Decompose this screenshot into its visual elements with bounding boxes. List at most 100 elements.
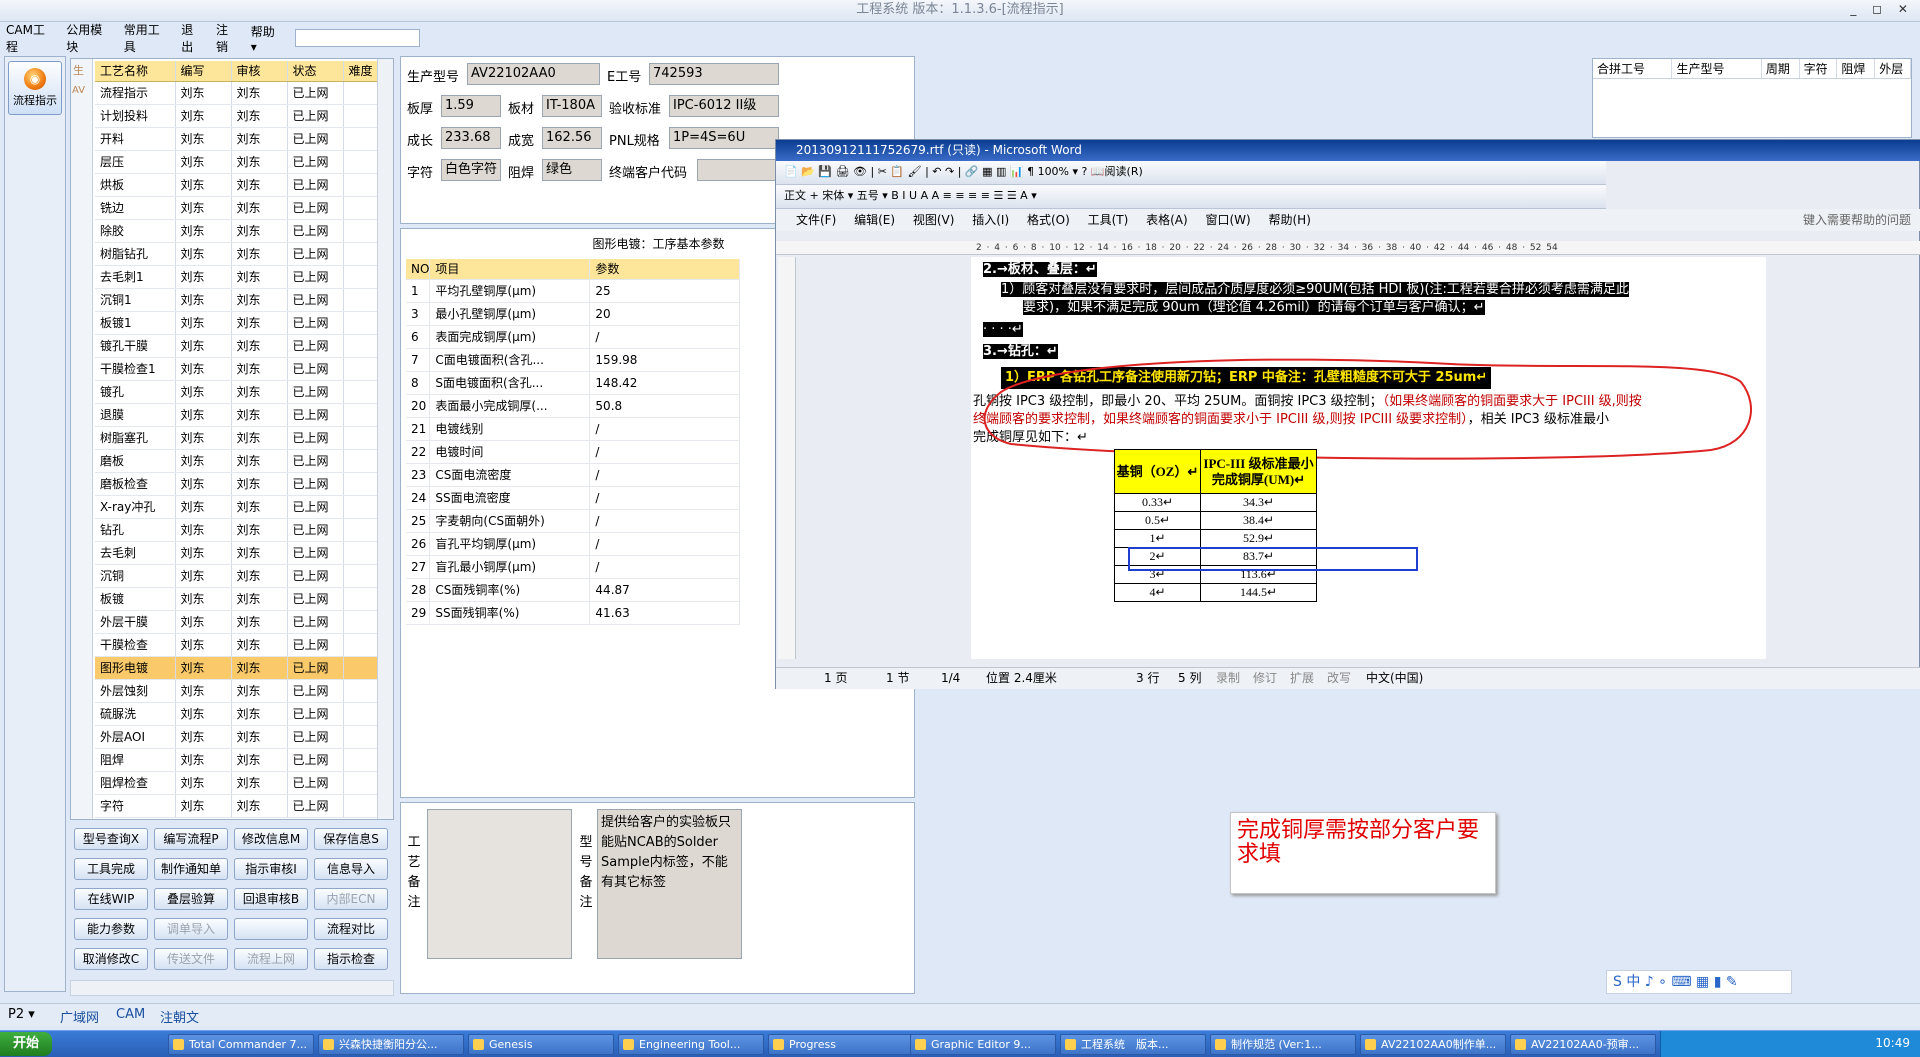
process-remark-box[interactable] <box>427 809 572 959</box>
left-hscrollbar[interactable] <box>70 980 394 996</box>
param-col-header[interactable]: 参数 <box>589 259 741 280</box>
action-button[interactable]: 工具完成 <box>74 858 148 880</box>
process-row[interactable]: 烘板 刘东 刘东 已上网 <box>95 173 384 197</box>
mask-field[interactable]: 绿色 <box>542 159 602 181</box>
process-scrollbar[interactable] <box>377 59 393 819</box>
process-row[interactable]: 干膜检查1 刘东 刘东 已上网 <box>95 357 384 381</box>
merge-col-header[interactable]: 生产型号 <box>1672 59 1762 78</box>
ime-toolbar[interactable]: S 中 ♪ ∘ ⌨ ▦ ▮ ✎ <box>1606 970 1792 994</box>
process-col-header[interactable]: 工艺名称 <box>95 61 176 82</box>
menu-tools[interactable]: 常用工具 <box>124 21 170 55</box>
wid-field[interactable]: 162.56 <box>542 127 602 149</box>
process-row[interactable]: 字符 刘东 刘东 已上网 <box>95 794 384 818</box>
action-button[interactable]: 能力参数 <box>74 918 148 940</box>
process-row[interactable]: 镀孔干膜 刘东 刘东 已上网 <box>95 334 384 358</box>
process-row[interactable]: 除胶 刘东 刘东 已上网 <box>95 219 384 243</box>
process-row[interactable]: 外层干膜 刘东 刘东 已上网 <box>95 610 384 634</box>
menu-public[interactable]: 公用模块 <box>66 21 112 55</box>
process-row[interactable]: 外层AOI 刘东 刘东 已上网 <box>95 725 384 749</box>
action-button[interactable]: 修改信息M <box>234 828 308 850</box>
action-button[interactable]: 型号查询X <box>74 828 148 850</box>
status-rec[interactable]: 录制 <box>1216 668 1240 689</box>
status-ovr[interactable]: 改写 <box>1327 668 1351 689</box>
len-field[interactable]: 233.68 <box>441 127 501 149</box>
param-row[interactable]: 6 表面完成铜厚(μm) / <box>406 325 741 349</box>
word-menu-bar[interactable]: 文件(F) 编辑(E) 视图(V) 插入(I) 格式(O) 工具(T) 表格(A… <box>776 209 1920 231</box>
menu-combo[interactable] <box>294 29 421 47</box>
start-button[interactable]: 开始 <box>0 1032 52 1056</box>
process-row[interactable]: 图形电镀 刘东 刘东 已上网 <box>95 656 384 680</box>
model-remark-box[interactable]: 提供给客户的实验板只能贴NCAB的Solder Sample内标签，不能有其它标… <box>597 809 742 959</box>
param-row[interactable]: 24 SS面电流密度 / <box>406 486 741 510</box>
process-row[interactable]: 外层蚀刻 刘东 刘东 已上网 <box>95 679 384 703</box>
action-button[interactable]: 回退审核B <box>234 888 308 910</box>
action-button[interactable]: 保存信息S <box>314 828 388 850</box>
action-button[interactable]: 指示检查 <box>314 948 388 970</box>
process-row[interactable]: 树脂塞孔 刘东 刘东 已上网 <box>95 426 384 450</box>
action-button[interactable]: 取消修改C <box>74 948 148 970</box>
model-field[interactable]: AV22102AA0 <box>467 63 600 85</box>
param-row[interactable]: 3 最小孔壁铜厚(μm) 20 <box>406 302 741 326</box>
process-row[interactable]: 铣边 刘东 刘东 已上网 <box>95 196 384 220</box>
process-row[interactable]: 镀孔 刘东 刘东 已上网 <box>95 380 384 404</box>
process-row[interactable]: 去毛刺1 刘东 刘东 已上网 <box>95 265 384 289</box>
process-row[interactable]: 磨板 刘东 刘东 已上网 <box>95 449 384 473</box>
param-row[interactable]: 29 SS面残铜率(%) 41.63 <box>406 601 741 625</box>
mat-field[interactable]: IT-180A <box>542 95 602 117</box>
param-row[interactable]: 25 字麦朝向(CS面朝外) / <box>406 509 741 533</box>
process-col-header[interactable]: 审核 <box>231 61 288 82</box>
taskbar-task[interactable]: Progress <box>768 1034 914 1055</box>
status-ext[interactable]: 扩展 <box>1290 668 1314 689</box>
process-row[interactable]: 磨板检查 刘东 刘东 已上网 <box>95 472 384 496</box>
merge-col-header[interactable]: 周期 <box>1762 59 1800 78</box>
process-row[interactable]: 硫脲洗 刘东 刘东 已上网 <box>95 702 384 726</box>
action-button[interactable]: 制作通知单 <box>154 858 228 880</box>
tab-zhu[interactable]: 注朝文 <box>160 1007 199 1026</box>
taskbar-task[interactable]: Total Commander 7... <box>168 1034 314 1055</box>
process-col-header[interactable]: 状态 <box>287 61 344 82</box>
param-col-header[interactable]: 项目 <box>429 259 591 280</box>
taskbar-task[interactable]: 兴森快捷衡阳分公... <box>318 1034 464 1055</box>
param-row[interactable]: 22 电镀时间 / <box>406 440 741 464</box>
param-row[interactable]: 28 CS面残铜率(%) 44.87 <box>406 578 741 602</box>
process-row[interactable]: 沉铜 刘东 刘东 已上网 <box>95 564 384 588</box>
pnl-field[interactable]: 1P=4S=6U <box>669 127 779 149</box>
merge-col-header[interactable]: 合拼工号 <box>1593 59 1673 78</box>
param-row[interactable]: 7 C面电镀面积(含孔... 159.98 <box>406 348 741 372</box>
action-button[interactable]: 指示审核I <box>234 858 308 880</box>
param-col-header[interactable]: NO <box>406 259 431 280</box>
word-help-box[interactable]: 键入需要帮助的问题 <box>1803 211 1911 228</box>
process-col-header[interactable]: 编写 <box>175 61 232 82</box>
taskbar-task[interactable]: 工程系统 版本... <box>1060 1034 1206 1055</box>
param-row[interactable]: 8 S面电镀面积(含孔... 148.42 <box>406 371 741 395</box>
param-row[interactable]: 20 表面最小完成铜厚(... 50.8 <box>406 394 741 418</box>
action-button[interactable] <box>234 918 308 940</box>
process-row[interactable]: 钻孔 刘东 刘东 已上网 <box>95 518 384 542</box>
process-row[interactable]: 干膜检查 刘东 刘东 已上网 <box>95 633 384 657</box>
process-row[interactable]: 层压 刘东 刘东 已上网 <box>95 150 384 174</box>
param-row[interactable]: 21 电镀线别 / <box>406 417 741 441</box>
word-document[interactable]: 2.→板材、叠层：↵ 1）顾客对叠层没有要求时，层间成品介质厚度必须≥90UM(… <box>971 257 1766 659</box>
process-row[interactable]: 阻焊检查 刘东 刘东 已上网 <box>95 771 384 795</box>
action-button[interactable]: 信息导入 <box>314 858 388 880</box>
param-row[interactable]: 27 盲孔最小铜厚(μm) / <box>406 555 741 579</box>
param-row[interactable]: 1 平均孔壁铜厚(μm) 25 <box>406 279 741 303</box>
process-row[interactable]: 开料 刘东 刘东 已上网 <box>95 127 384 151</box>
tab-wan[interactable]: 广域网 <box>60 1007 99 1026</box>
taskbar-task[interactable]: Graphic Editor 9... <box>910 1034 1056 1055</box>
action-button[interactable]: 编写流程P <box>154 828 228 850</box>
tab-p2[interactable]: P2 ▾ <box>8 1007 35 1022</box>
taskbar-task[interactable]: AV22102AA0-预审... <box>1510 1034 1656 1055</box>
process-row[interactable]: 板镀1 刘东 刘东 已上网 <box>95 311 384 335</box>
process-row[interactable]: 树脂钻孔 刘东 刘东 已上网 <box>95 242 384 266</box>
taskbar-task[interactable]: Genesis <box>468 1034 614 1055</box>
window-controls[interactable]: _ ◻ ✕ <box>1850 2 1914 16</box>
word-toolbar-standard[interactable]: 📄 📂 💾 🖨 👁 | ✂ 📋 🖌 | ↶ ↷ | 🔗 ▦ ▥ 📊 ¶ 100%… <box>776 161 1606 185</box>
action-button[interactable]: 流程上网 <box>234 948 308 970</box>
word-toolbar-format[interactable]: 正文 + 宋体 ▾ 五号 ▾ B I U A A ≡ ≡ ≡ ≡ ☰ ☰ A ▾ <box>776 185 1606 209</box>
menu-cam[interactable]: CAM工程 <box>6 21 54 55</box>
action-button[interactable]: 调单导入 <box>154 918 228 940</box>
tab-cam[interactable]: CAM <box>116 1007 145 1022</box>
process-row[interactable]: 流程指示 刘东 刘东 已上网 <box>95 81 384 105</box>
cust-field[interactable] <box>697 159 779 181</box>
